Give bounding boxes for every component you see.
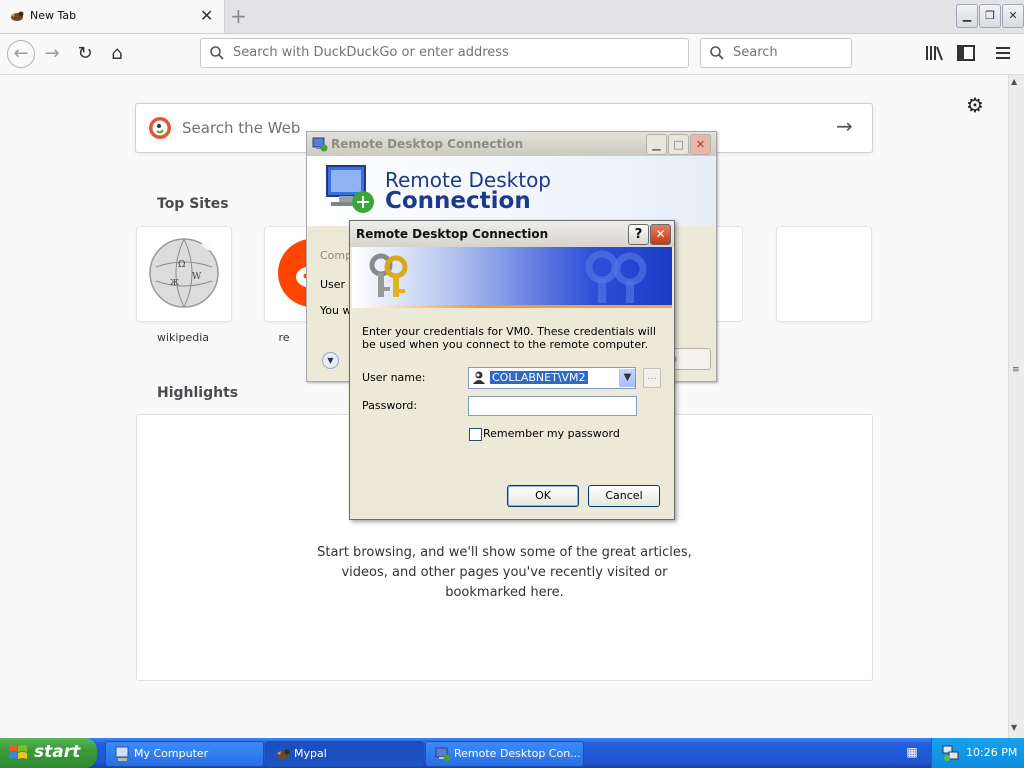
rdc-you-label: You w <box>320 304 352 317</box>
banner-divider <box>352 305 672 308</box>
search-icon <box>710 46 724 60</box>
address-placeholder: Search with DuckDuckGo or enter address <box>233 45 509 60</box>
rdc-banner-line2: Connection <box>385 188 531 214</box>
library-icon[interactable] <box>925 45 943 61</box>
browse-button[interactable]: ... <box>643 368 661 388</box>
user-icon <box>473 371 485 384</box>
task-label: Remote Desktop Con... <box>454 747 581 760</box>
back-icon[interactable]: ← <box>7 40 35 68</box>
tab-new-tab[interactable]: New Tab ✕ <box>0 0 225 33</box>
svg-text:W: W <box>192 272 202 282</box>
system-tray: 10:26 PM <box>931 738 1024 768</box>
windows-logo-icon <box>9 745 27 759</box>
tab-title: New Tab <box>30 9 77 22</box>
svg-text:Ω: Ω <box>178 260 185 270</box>
task-remote-desktop[interactable]: Remote Desktop Con... <box>425 741 584 767</box>
ok-button[interactable]: OK <box>507 485 579 507</box>
duckduckgo-icon <box>149 117 171 139</box>
top-site-label: re <box>278 331 290 344</box>
nav-bar: ← → ↻ ⌂ Search with DuckDuckGo or enter … <box>0 34 1024 75</box>
sidebar-icon[interactable] <box>957 45 975 61</box>
remote-desktop-icon <box>312 137 328 152</box>
rdc-main-title: Remote Desktop Connection <box>331 137 524 151</box>
forward-icon[interactable]: → <box>40 42 64 66</box>
scroll-up-icon[interactable]: ▲ <box>1011 77 1017 86</box>
help-button[interactable]: ? <box>628 224 649 245</box>
restore-button[interactable]: ❐ <box>979 4 1001 28</box>
start-label: start <box>34 742 81 762</box>
username-combobox[interactable]: COLLABNET\VM2 ▼ <box>468 367 636 389</box>
start-button[interactable]: start <box>0 738 97 768</box>
credentials-banner <box>352 247 672 305</box>
minimize-button[interactable]: ▁ <box>956 4 978 28</box>
reload-icon[interactable]: ↻ <box>73 42 97 66</box>
task-my-computer[interactable]: My Computer <box>105 741 264 767</box>
top-sites-title: Top Sites <box>157 196 229 212</box>
wikipedia-globe-icon: ΩW Ж <box>149 238 219 308</box>
top-site-tile-wikipedia[interactable]: ΩW Ж <box>136 226 232 322</box>
new-tab-button[interactable]: + <box>230 4 247 28</box>
keys-icon <box>369 253 408 297</box>
highlights-title: Highlights <box>157 385 239 401</box>
taskbar: start My Computer Mypal Remote Desktop C… <box>0 738 1024 768</box>
cancel-button[interactable]: Cancel <box>588 485 660 507</box>
credentials-dialog[interactable]: Remote Desktop Connection ? ✕ Enter your… <box>349 220 675 520</box>
arrow-right-icon[interactable]: → <box>836 114 853 138</box>
gear-icon[interactable]: ⚙ <box>966 93 984 117</box>
keys-watermark-icon <box>585 250 647 303</box>
search-icon <box>210 46 224 60</box>
highlights-empty-message: Start browsing, and we'll show some of t… <box>317 545 692 600</box>
options-chevron-icon[interactable]: ▼ <box>322 352 339 369</box>
network-icon[interactable] <box>942 744 960 762</box>
task-label: My Computer <box>134 747 209 760</box>
credentials-title: Remote Desktop Connection <box>356 227 549 241</box>
home-icon[interactable]: ⌂ <box>105 42 129 66</box>
tab-close-icon[interactable]: ✕ <box>200 6 213 26</box>
remote-desktop-icon <box>435 747 451 762</box>
tab-bar: New Tab ✕ + ▁ ❐ ✕ <box>0 0 1024 34</box>
mypal-icon <box>277 749 290 759</box>
close-icon[interactable]: ✕ <box>650 224 671 245</box>
search-bar[interactable]: Search <box>700 38 852 68</box>
chevron-down-icon[interactable]: ▼ <box>619 369 635 387</box>
task-label: Mypal <box>294 747 327 760</box>
scroll-down-icon[interactable]: ▼ <box>1011 723 1017 732</box>
address-bar[interactable]: Search with DuckDuckGo or enter address <box>200 38 689 68</box>
rdc-close-button[interactable]: ✕ <box>690 134 711 155</box>
top-site-tile-empty[interactable] <box>716 226 743 322</box>
username-value: COLLABNET\VM2 <box>490 371 588 384</box>
rdc-maximize-button[interactable]: □ <box>668 134 689 155</box>
username-label: User name: <box>362 371 426 384</box>
svg-text:Ж: Ж <box>170 278 179 287</box>
rdc-main-titlebar[interactable]: Remote Desktop Connection ▁ □ ✕ <box>307 132 716 156</box>
rdc-main-banner: Remote Desktop Connection <box>307 156 716 226</box>
top-site-tile-empty[interactable] <box>776 226 872 322</box>
keyboard-icon[interactable]: ▦ <box>905 745 919 759</box>
page-scrollbar[interactable]: ▲ ≡ ▼ <box>1008 75 1024 738</box>
web-search-placeholder: Search the Web <box>182 119 301 137</box>
top-site-label: wikipedia <box>156 331 209 344</box>
search-placeholder: Search <box>733 45 778 60</box>
close-window-button[interactable]: ✕ <box>1002 4 1024 28</box>
rdc-minimize-button[interactable]: ▁ <box>646 134 667 155</box>
menu-icon[interactable] <box>995 45 1011 61</box>
credentials-titlebar[interactable]: Remote Desktop Connection ? ✕ <box>350 221 674 247</box>
remote-desktop-monitor-icon <box>326 165 374 213</box>
clock: 10:26 PM <box>966 746 1018 759</box>
task-mypal[interactable]: Mypal <box>265 741 424 767</box>
scroll-grip-icon: ≡ <box>1012 365 1020 375</box>
remember-password-label[interactable]: Remember my password <box>483 427 620 440</box>
my-computer-icon <box>115 746 129 761</box>
mypal-icon <box>11 11 24 21</box>
password-field[interactable] <box>468 396 637 416</box>
remember-password-checkbox[interactable] <box>469 428 482 441</box>
credentials-description: Enter your credentials for VM0. These cr… <box>362 325 656 351</box>
password-label: Password: <box>362 399 418 412</box>
